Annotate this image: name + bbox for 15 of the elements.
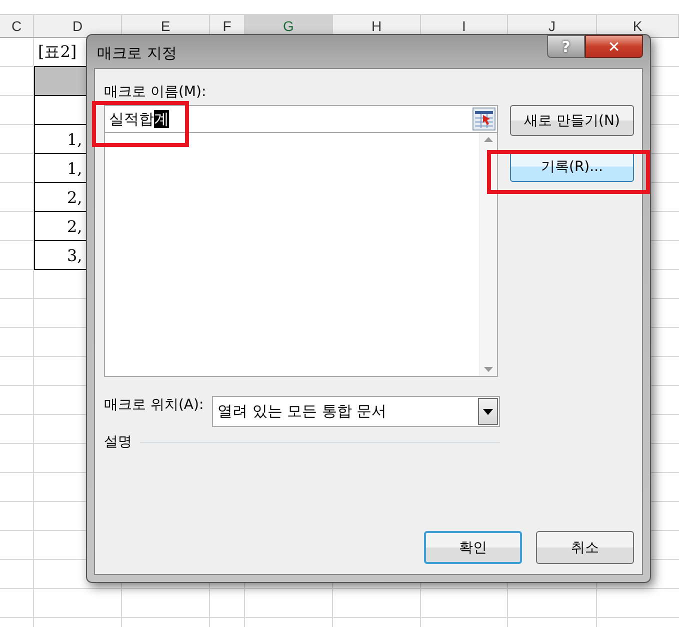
- dropdown-caret-icon[interactable]: [478, 398, 498, 425]
- location-label: 매크로 위치(A):: [104, 396, 204, 414]
- cancel-button[interactable]: 취소: [536, 531, 634, 564]
- scroll-down-icon[interactable]: [484, 367, 493, 372]
- macro-name-field[interactable]: 실적합계: [104, 105, 498, 133]
- range-picker-icon[interactable]: [472, 107, 496, 131]
- close-button[interactable]: ✕: [585, 35, 643, 58]
- new-button[interactable]: 새로 만들기(N): [510, 105, 634, 136]
- record-button[interactable]: 기록(R)...: [510, 151, 634, 182]
- location-dropdown[interactable]: 열려 있는 모든 통합 문서: [212, 396, 500, 427]
- description-label: 설명: [104, 433, 132, 451]
- field-label: 매크로 이름(M):: [104, 83, 206, 101]
- scroll-bar[interactable]: [479, 133, 497, 376]
- ok-button[interactable]: 확인: [424, 531, 522, 564]
- scroll-up-icon[interactable]: [484, 137, 493, 142]
